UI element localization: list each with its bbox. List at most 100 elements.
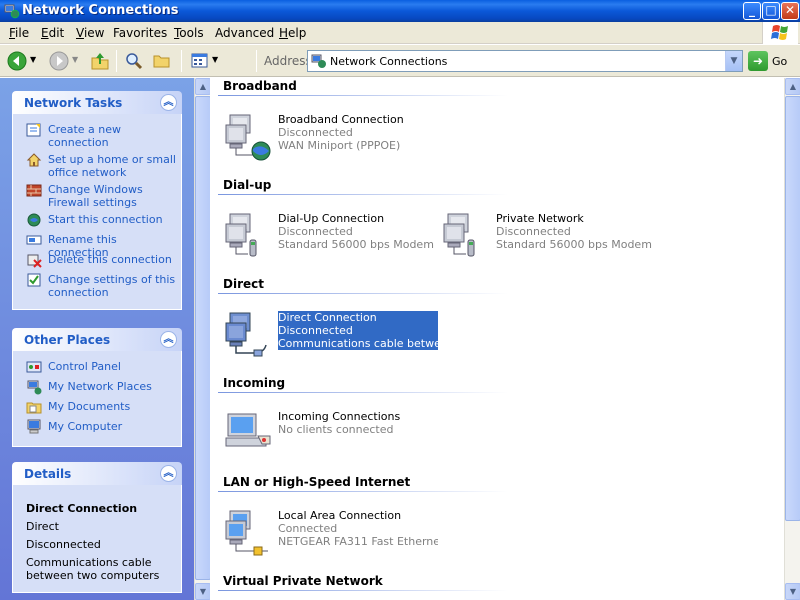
- details-connection-description: Communications cable between two compute…: [26, 556, 160, 582]
- toolbar-separator: [181, 50, 182, 72]
- group-title-dialup: Dial-up: [223, 178, 272, 192]
- connection-item[interactable]: Dial-Up Connection Disconnected Standard…: [224, 212, 434, 262]
- menu-advanced[interactable]: Advanced: [215, 26, 274, 40]
- back-icon[interactable]: [6, 50, 28, 72]
- maximize-button[interactable]: □: [762, 2, 780, 20]
- connection-text: Private Network Disconnected Standard 56…: [496, 212, 656, 251]
- menu-favorites[interactable]: Favorites: [113, 26, 167, 40]
- group-divider: [218, 95, 508, 96]
- new-connection-icon: [26, 123, 41, 137]
- connection-item-selected[interactable]: Direct Connection Disconnected Communica…: [224, 311, 438, 361]
- collapse-chevron-icon[interactable]: ︽: [160, 465, 177, 482]
- scroll-down-icon[interactable]: ▼: [785, 583, 800, 600]
- task-label[interactable]: Change settings of this connection: [48, 273, 178, 299]
- menu-view[interactable]: View: [76, 26, 104, 40]
- menu-help[interactable]: Help: [279, 26, 306, 40]
- task-label[interactable]: Create a new connection: [48, 123, 178, 149]
- search-icon[interactable]: [123, 50, 145, 72]
- connection-status: Disconnected: [278, 324, 353, 337]
- network-tasks-title: Network Tasks: [24, 96, 123, 110]
- up-folder-icon[interactable]: [89, 50, 111, 72]
- menu-file[interactable]: File: [9, 26, 29, 40]
- views-icon[interactable]: [189, 50, 211, 72]
- connection-text: Incoming Connections No clients connecte…: [278, 410, 438, 436]
- address-value[interactable]: Network Connections: [330, 55, 447, 68]
- documents-icon: [26, 402, 42, 414]
- connection-item[interactable]: Private Network Disconnected Standard 56…: [442, 212, 652, 262]
- task-pane-scrollbar[interactable]: ▲ ▼: [194, 78, 211, 600]
- network-tasks-header[interactable]: Network Tasks ︽: [12, 91, 182, 114]
- place-label[interactable]: My Documents: [48, 400, 178, 413]
- place-label[interactable]: My Network Places: [48, 380, 178, 393]
- connection-text: Broadband Connection Disconnected WAN Mi…: [278, 113, 438, 152]
- details-header[interactable]: Details ︽: [12, 462, 182, 485]
- other-places-header[interactable]: Other Places ︽: [12, 328, 182, 351]
- connection-name: Private Network: [496, 212, 584, 225]
- forward-icon[interactable]: [48, 50, 70, 72]
- direct-connection-icon: [225, 312, 267, 357]
- collapse-chevron-icon[interactable]: ︽: [160, 94, 177, 111]
- connection-item[interactable]: Local Area Connection Connected NETGEAR …: [224, 509, 438, 559]
- task-pane: Network Tasks ︽ Create a new connection …: [0, 78, 194, 600]
- group-divider: [218, 194, 508, 195]
- address-bar[interactable]: Network Connections ▼: [307, 50, 743, 72]
- scrollbar-thumb[interactable]: [195, 96, 211, 580]
- go-arrow-icon[interactable]: ➜: [748, 51, 768, 71]
- back-dropdown-icon[interactable]: ▼: [30, 55, 36, 77]
- window-title: Network Connections: [22, 3, 179, 18]
- connection-name: Direct Connection: [278, 311, 377, 324]
- connection-device: NETGEAR FA311 Fast Etherne…: [278, 535, 438, 548]
- network-places-icon: [27, 380, 42, 395]
- other-places-title: Other Places: [24, 333, 111, 347]
- rename-icon: [26, 235, 42, 245]
- group-divider: [218, 392, 508, 393]
- menu-edit[interactable]: Edit: [41, 26, 64, 40]
- task-label[interactable]: Set up a home or small office network: [48, 153, 178, 179]
- connection-text: Direct Connection Disconnected Communica…: [278, 311, 438, 350]
- windows-logo-icon: [762, 22, 798, 44]
- scroll-up-icon[interactable]: ▲: [195, 78, 211, 95]
- scrollbar-thumb[interactable]: [785, 96, 800, 521]
- toolbar-separator: [116, 50, 117, 72]
- connection-status: No clients connected: [278, 423, 394, 436]
- scroll-down-icon[interactable]: ▼: [195, 583, 211, 600]
- close-button[interactable]: ✕: [781, 2, 799, 20]
- scroll-up-icon[interactable]: ▲: [785, 78, 800, 95]
- minimize-button[interactable]: _: [743, 2, 761, 20]
- task-label[interactable]: Delete this connection: [48, 253, 178, 266]
- connection-device: Communications cable betwee…: [278, 337, 438, 350]
- group-divider: [218, 293, 508, 294]
- address-label: Address: [264, 54, 312, 68]
- menu-tools[interactable]: Tools: [174, 26, 204, 40]
- network-connections-app-icon: [4, 4, 20, 19]
- dialup-connection-icon: [443, 213, 475, 257]
- network-connections-icon: [311, 54, 326, 68]
- task-label[interactable]: Change Windows Firewall settings: [48, 183, 178, 209]
- connection-item[interactable]: Broadband Connection Disconnected WAN Mi…: [224, 113, 434, 163]
- group-title-incoming: Incoming: [223, 376, 286, 390]
- connection-status: Disconnected: [278, 126, 353, 139]
- task-label[interactable]: Start this connection: [48, 213, 178, 226]
- forward-dropdown-icon[interactable]: ▼: [72, 55, 78, 77]
- group-divider: [218, 590, 508, 591]
- content-scrollbar[interactable]: ▲ ▼: [784, 78, 800, 600]
- group-title-broadband: Broadband: [223, 79, 297, 93]
- connection-item[interactable]: Incoming Connections No clients connecte…: [224, 410, 434, 460]
- group-title-direct: Direct: [223, 277, 264, 291]
- details-panel: Direct Connection Direct Disconnected Co…: [12, 485, 182, 593]
- views-dropdown-icon[interactable]: ▼: [212, 55, 218, 77]
- address-dropdown-icon[interactable]: ▼: [725, 51, 742, 71]
- details-connection-name: Direct Connection: [26, 502, 138, 515]
- collapse-chevron-icon[interactable]: ︽: [160, 331, 177, 348]
- place-label[interactable]: Control Panel: [48, 360, 178, 373]
- title-bar: Network Connections _ □ ✕: [0, 0, 800, 22]
- folders-icon[interactable]: [151, 50, 173, 72]
- connection-text: Dial-Up Connection Disconnected Standard…: [278, 212, 438, 251]
- connection-device: Standard 56000 bps Modem: [496, 238, 652, 251]
- connections-list: Broadband Broadband Connection Disconnec…: [210, 78, 784, 600]
- firewall-icon: [26, 184, 42, 197]
- incoming-connection-icon: [225, 413, 271, 447]
- place-label[interactable]: My Computer: [48, 420, 178, 433]
- connection-text: Local Area Connection Connected NETGEAR …: [278, 509, 438, 548]
- go-button[interactable]: Go: [772, 55, 787, 68]
